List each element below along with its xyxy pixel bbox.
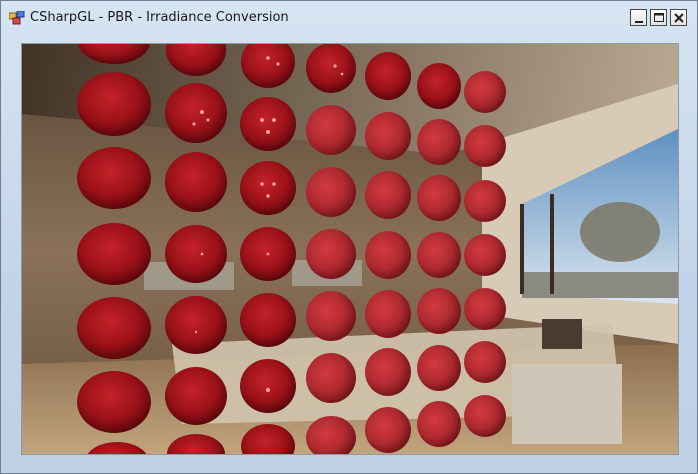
minimize-button[interactable] bbox=[630, 9, 647, 26]
close-icon bbox=[674, 13, 684, 23]
render-viewport[interactable] bbox=[21, 43, 679, 455]
app-window: CSharpGL - PBR - Irradiance Conversion bbox=[0, 0, 698, 474]
title-bar[interactable]: CSharpGL - PBR - Irradiance Conversion bbox=[1, 1, 697, 31]
minimize-icon bbox=[635, 21, 643, 23]
app-icon bbox=[8, 10, 25, 25]
maximize-button[interactable] bbox=[650, 9, 667, 26]
maximize-icon bbox=[654, 13, 664, 22]
scene-canvas bbox=[22, 44, 678, 454]
close-button[interactable] bbox=[670, 9, 687, 26]
window-title: CSharpGL - PBR - Irradiance Conversion bbox=[30, 10, 289, 25]
